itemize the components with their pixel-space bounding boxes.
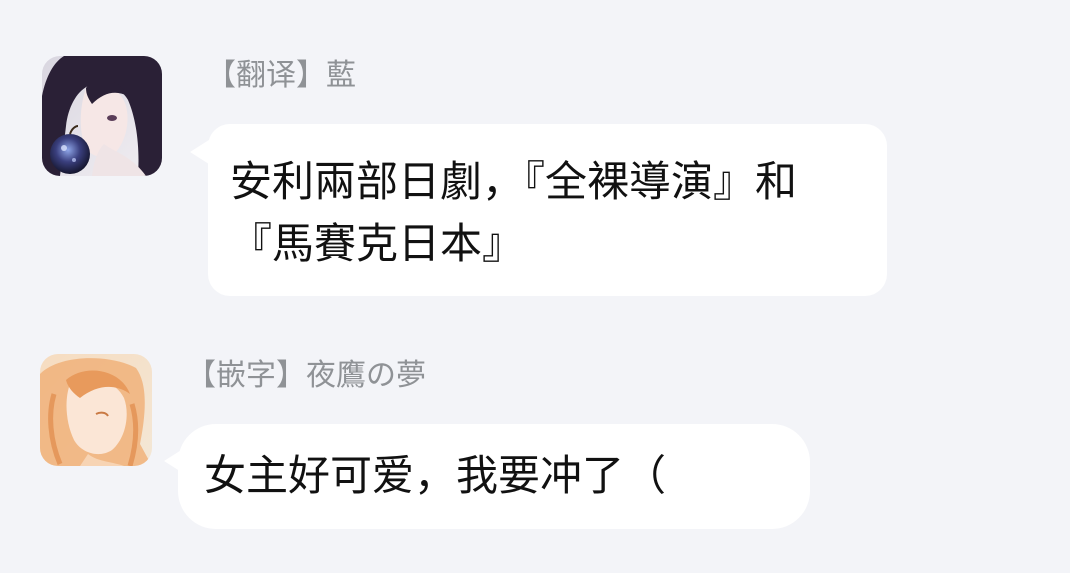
bubble-tail [190,138,212,166]
sender-name[interactable]: 【翻译】藍 [206,56,356,96]
sender-name[interactable]: 【嵌字】夜鷹の夢 [186,356,426,396]
chat-history: 【翻译】藍 安利兩部日劇，『全裸導演』和『馬賽克日本』 【嵌字】夜鷹の夢 女主好… [0,0,1070,573]
avatar[interactable] [42,56,162,176]
message-bubble[interactable]: 安利兩部日劇，『全裸導演』和『馬賽克日本』 [190,124,887,296]
anime-girl-orange-hair-avatar [40,354,152,466]
message-text: 安利兩部日劇，『全裸導演』和『馬賽克日本』 [230,157,798,268]
anime-girl-holding-apple-avatar [42,56,162,176]
message-bubble[interactable]: 女主好可爱，我要冲了（ [164,424,810,529]
bubble-tail [164,447,186,475]
avatar[interactable] [40,354,152,466]
message-text: 女主好可爱，我要冲了（ [204,451,667,500]
